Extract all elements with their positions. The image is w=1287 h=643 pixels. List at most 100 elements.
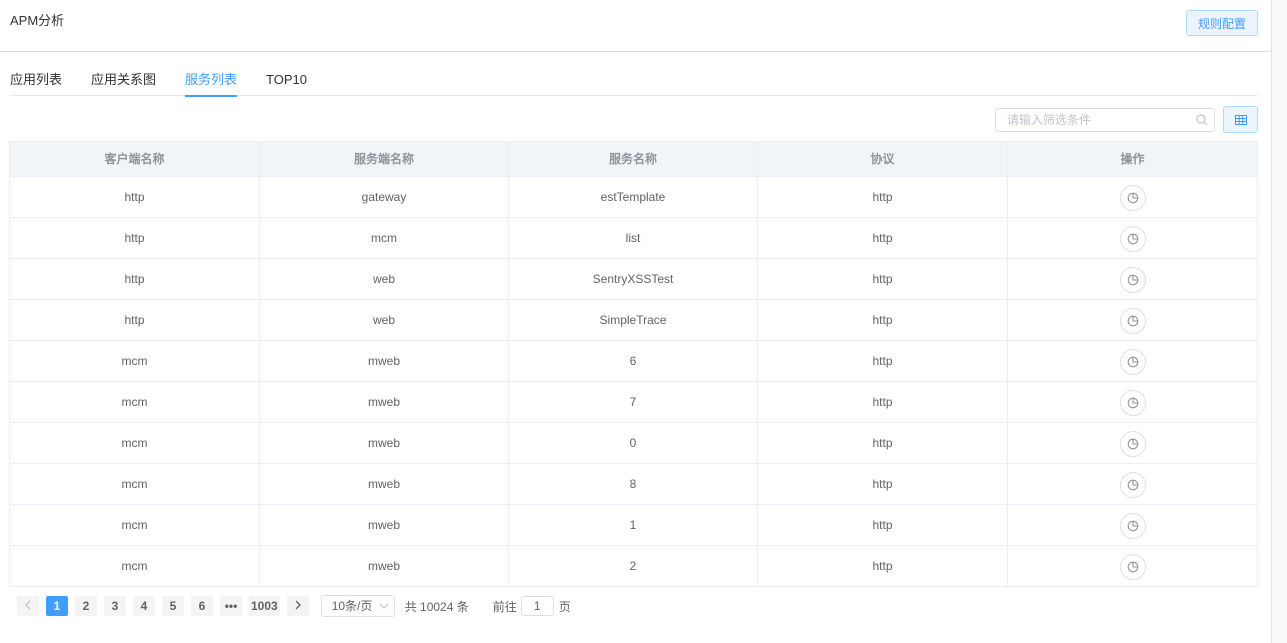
table-row: mcm mweb 6 http — [10, 340, 1257, 381]
protocol-cell: http — [758, 218, 1008, 258]
goto-suffix: 页 — [558, 599, 571, 614]
vertical-scrollbar[interactable] — [1271, 0, 1287, 643]
server-cell: mweb — [260, 382, 509, 422]
page-button-1[interactable]: 1 — [46, 596, 68, 616]
action-cell — [1008, 300, 1257, 340]
total-count: 共 10024 条 — [404, 599, 469, 614]
view-stats-button[interactable] — [1119, 553, 1146, 580]
server-cell: mcm — [260, 218, 509, 258]
column-header-service: 服务名称 — [509, 142, 758, 176]
action-cell — [1008, 546, 1257, 586]
page-button-5[interactable]: 5 — [162, 596, 184, 616]
table-columns-icon — [1234, 114, 1247, 125]
view-stats-button[interactable] — [1119, 512, 1146, 539]
protocol-cell: http — [758, 505, 1008, 545]
client-cell: mcm — [10, 505, 260, 545]
pie-chart-icon — [1127, 233, 1138, 245]
service-cell: 0 — [509, 423, 758, 463]
server-cell: mweb — [260, 464, 509, 504]
filter-input[interactable] — [996, 109, 1186, 131]
service-cell: 1 — [509, 505, 758, 545]
protocol-cell: http — [758, 546, 1008, 586]
service-cell: 6 — [509, 341, 758, 381]
page-size-value: 10条/页 — [331, 599, 373, 613]
view-stats-button[interactable] — [1119, 471, 1146, 498]
more-pages-button[interactable]: ••• — [220, 596, 242, 616]
tab-service-list[interactable]: 服务列表 — [185, 64, 238, 97]
pie-chart-icon — [1127, 479, 1138, 491]
service-table: 客户端名称 服务端名称 服务名称 协议 操作 http gateway estTem… — [9, 141, 1258, 587]
protocol-cell: http — [758, 177, 1008, 217]
table-header: 客户端名称 服务端名称 服务名称 协议 操作 — [10, 142, 1257, 176]
action-cell — [1008, 423, 1257, 463]
goto-page-input[interactable] — [520, 596, 554, 616]
action-cell — [1008, 218, 1257, 258]
service-cell: 7 — [509, 382, 758, 422]
action-cell — [1008, 259, 1257, 299]
service-cell: SimpleTrace — [509, 300, 758, 340]
goto-label: 前往 — [492, 599, 517, 614]
table-row: http mcm list http — [10, 217, 1257, 258]
column-header-action: 操作 — [1120, 152, 1145, 166]
service-cell: SentryXSSTest — [509, 259, 758, 299]
page-header: APM分析 规则配置 — [0, 0, 1271, 52]
page-button-4[interactable]: 4 — [133, 596, 155, 616]
tab-bar: 应用列表 应用关系图 服务列表 TOP10 — [10, 64, 1257, 97]
view-stats-button[interactable] — [1119, 307, 1146, 334]
chevron-right-icon — [295, 600, 301, 610]
view-stats-button[interactable] — [1119, 430, 1146, 457]
tab-app-list[interactable]: 应用列表 — [10, 64, 62, 96]
page-button-6[interactable]: 6 — [191, 596, 213, 616]
rule-config-button[interactable]: 规则配置 — [1186, 10, 1258, 36]
server-cell: web — [260, 259, 509, 299]
page-title: APM分析 — [10, 13, 65, 28]
table-row: http web SimpleTrace http — [10, 299, 1257, 340]
tab-top10[interactable]: TOP10 — [266, 64, 307, 96]
client-cell: mcm — [10, 464, 260, 504]
service-cell: 8 — [509, 464, 758, 504]
view-stats-button[interactable] — [1119, 348, 1146, 375]
client-cell: mcm — [10, 341, 260, 381]
view-stats-button[interactable] — [1119, 184, 1146, 211]
view-stats-button[interactable] — [1119, 266, 1146, 293]
chevron-left-icon — [25, 600, 31, 610]
pie-chart-icon — [1127, 397, 1138, 409]
search-icon[interactable] — [1196, 114, 1208, 126]
page-button-3[interactable]: 3 — [104, 596, 126, 616]
server-cell: mweb — [260, 341, 509, 381]
column-header-protocol: 协议 — [758, 142, 1008, 176]
page-button-2[interactable]: 2 — [75, 596, 97, 616]
table-row: mcm mweb 8 http — [10, 463, 1257, 504]
protocol-cell: http — [758, 464, 1008, 504]
protocol-cell: http — [758, 300, 1008, 340]
table-body: http gateway estTemplate http http mcm list htt… — [10, 176, 1257, 586]
table-row: http gateway estTemplate http — [10, 176, 1257, 217]
client-cell: mcm — [10, 382, 260, 422]
next-page-button[interactable] — [286, 596, 309, 616]
protocol-cell: http — [758, 259, 1008, 299]
pie-chart-icon — [1127, 438, 1138, 450]
page-size-select[interactable]: 10条/页 — [320, 595, 395, 617]
service-cell: list — [509, 218, 758, 258]
page-button-last[interactable]: 1003 — [249, 596, 280, 616]
table-row: mcm mweb 7 http — [10, 381, 1257, 422]
pie-chart-icon — [1127, 356, 1138, 368]
view-stats-button[interactable] — [1119, 389, 1146, 416]
view-stats-button[interactable] — [1119, 225, 1146, 252]
client-cell: http — [10, 300, 260, 340]
client-cell: http — [10, 177, 260, 217]
column-settings-button[interactable] — [1223, 106, 1258, 133]
protocol-cell: http — [758, 382, 1008, 422]
action-cell — [1008, 341, 1257, 381]
pie-chart-icon — [1127, 520, 1138, 532]
service-cell: estTemplate — [509, 177, 758, 217]
prev-page-button[interactable] — [17, 596, 39, 616]
filter-field — [995, 108, 1215, 132]
action-cell — [1008, 177, 1257, 217]
pie-chart-icon — [1127, 192, 1138, 204]
tab-app-relation-graph[interactable]: 应用关系图 — [91, 64, 156, 96]
server-cell: mweb — [260, 423, 509, 463]
service-cell: 2 — [509, 546, 758, 586]
client-cell: http — [10, 218, 260, 258]
server-cell: web — [260, 300, 509, 340]
